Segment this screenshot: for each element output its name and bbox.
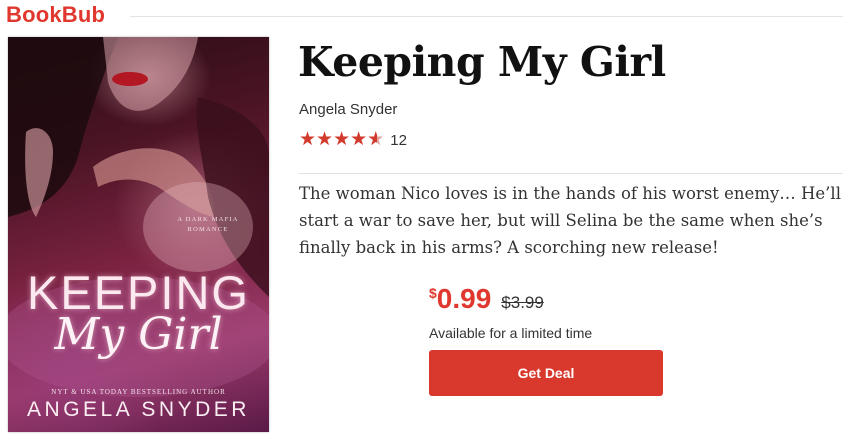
star-icon: ★	[316, 129, 334, 150]
star-icon: ★	[333, 129, 351, 150]
deal-price: 0.99	[436, 283, 492, 314]
cover-tagline: A DARK MAFIA ROMANCE	[177, 216, 239, 233]
original-price: $3.99	[501, 293, 544, 312]
price-currency: $	[429, 285, 437, 301]
bookbub-logo[interactable]: BookBub	[6, 2, 105, 28]
availability-note: Available for a limited time	[429, 325, 593, 341]
price: $ 0.99 $3.99	[429, 283, 544, 315]
rating-count: 12	[390, 131, 407, 149]
star-icon: ★	[299, 129, 317, 150]
cover-author: ANGELA SNYDER	[27, 398, 250, 421]
cover-title-line2: My Girl	[54, 309, 223, 360]
header-divider	[130, 16, 843, 17]
book-description: The woman Nico loves is in the hands of …	[299, 184, 841, 257]
book-author[interactable]: Angela Snyder	[299, 101, 397, 118]
star-rating: ★ ★ ★ ★ ★ ★	[299, 130, 384, 150]
rating: ★ ★ ★ ★ ★ ★ 12	[299, 130, 407, 150]
cover-kicker: NYT & USA TODAY BESTSELLING AUTHOR	[51, 388, 226, 396]
book-title[interactable]: Keeping My Girl	[298, 38, 666, 86]
star-icon: ★	[350, 129, 368, 150]
divider	[299, 173, 843, 174]
half-star-icon: ★ ★	[367, 129, 385, 150]
get-deal-button[interactable]: Get Deal	[429, 350, 663, 396]
book-cover[interactable]: A DARK MAFIA ROMANCE KEEPING My Girl NYT…	[8, 37, 269, 432]
